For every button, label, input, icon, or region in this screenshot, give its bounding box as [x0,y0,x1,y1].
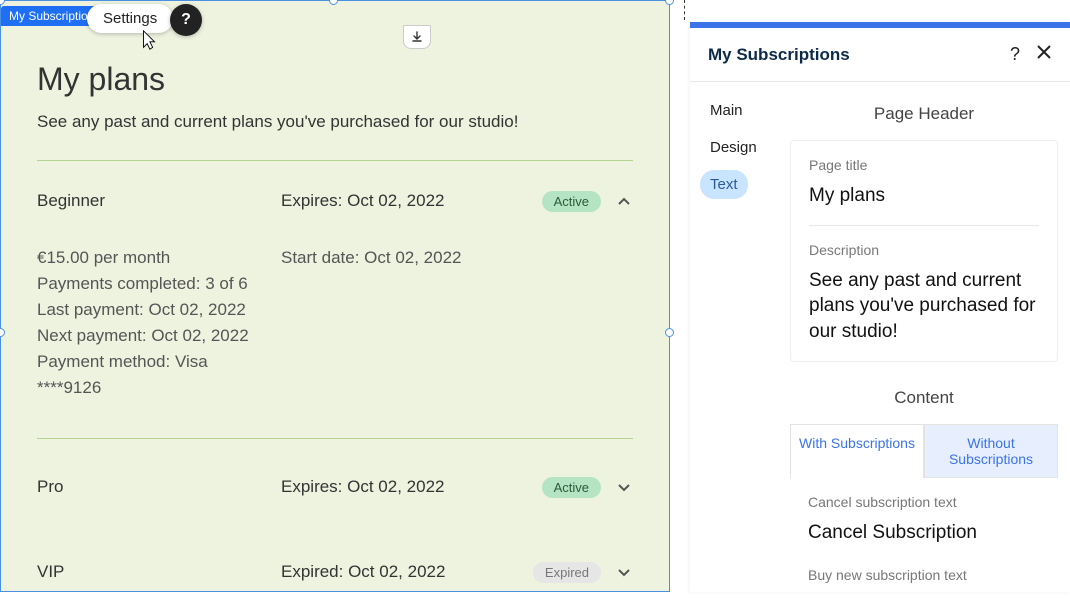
plan-expires: Expired: Oct 02, 2022 [281,562,533,582]
status-badge: Expired [533,562,601,583]
tab-main[interactable]: Main [700,96,753,125]
tab-text[interactable]: Text [700,170,748,199]
panel-title: My Subscriptions [708,45,850,65]
chevron-down-icon[interactable] [615,479,633,497]
plan-start-date: Start date: Oct 02, 2022 [281,248,462,268]
plan-payments-completed: Payments completed: 3 of 6 [37,274,281,294]
tab-design[interactable]: Design [700,133,767,162]
plan-expires: Expires: Oct 02, 2022 [281,191,542,211]
download-button[interactable] [403,25,431,49]
field-label-cancel-text: Cancel subscription text [808,494,1040,510]
field-value-page-title[interactable]: My plans [809,183,1039,209]
cursor-pointer-icon [138,29,160,55]
plan-name: Pro [37,477,281,497]
field-value-description[interactable]: See any past and current plans you've pu… [809,268,1039,345]
panel-tabs: Main Design Text [690,82,790,586]
plan-item: Pro Expires: Oct 02, 2022 Active [37,439,633,524]
chevron-down-icon[interactable] [615,564,633,582]
plan-payment-method: Payment method: Visa [37,352,281,372]
divider [809,225,1039,226]
status-badge: Active [542,477,601,498]
close-icon[interactable] [1036,44,1052,65]
help-icon[interactable]: ? [1010,44,1020,65]
settings-button[interactable]: Settings [87,4,173,33]
canvas-preview[interactable]: My Subscriptions Settings ? My plans See… [0,0,670,592]
plan-last-payment: Last payment: Oct 02, 2022 [37,300,281,320]
page-title: My plans [37,61,633,98]
plan-name: VIP [37,562,281,582]
plan-expires: Expires: Oct 02, 2022 [281,477,542,497]
divider [684,0,685,20]
help-icon[interactable]: ? [170,4,202,36]
field-label-description: Description [809,242,1039,258]
panel-header: My Subscriptions ? [690,28,1070,82]
status-badge: Active [542,191,601,212]
plan-next-payment: Next payment: Oct 02, 2022 [37,326,281,346]
selection-handle[interactable] [665,0,674,5]
plan-card: ****9126 [37,378,281,398]
field-value-cancel-text[interactable]: Cancel Subscription [808,520,1040,546]
plan-name: Beginner [37,191,281,211]
download-icon [411,31,423,43]
field-label-buy-text: Buy new subscription text [808,567,1040,583]
page-description: See any past and current plans you've pu… [37,112,633,132]
plan-item: VIP Expired: Oct 02, 2022 Expired [37,524,633,609]
plan-price: €15.00 per month [37,248,281,268]
content-tab-with-subscriptions[interactable]: With Subscriptions [790,424,924,478]
content-tab-without-subscriptions[interactable]: Without Subscriptions [924,424,1058,478]
section-title-content: Content [790,380,1058,424]
selection-handle[interactable] [665,328,674,337]
section-title-page-header: Page Header [790,96,1058,140]
chevron-up-icon[interactable] [615,193,633,211]
settings-panel: My Subscriptions ? Main Design Text Page… [690,22,1070,592]
plan-item: Beginner Expires: Oct 02, 2022 Active €1… [37,179,633,439]
field-label-page-title: Page title [809,157,1039,173]
divider [37,160,633,161]
